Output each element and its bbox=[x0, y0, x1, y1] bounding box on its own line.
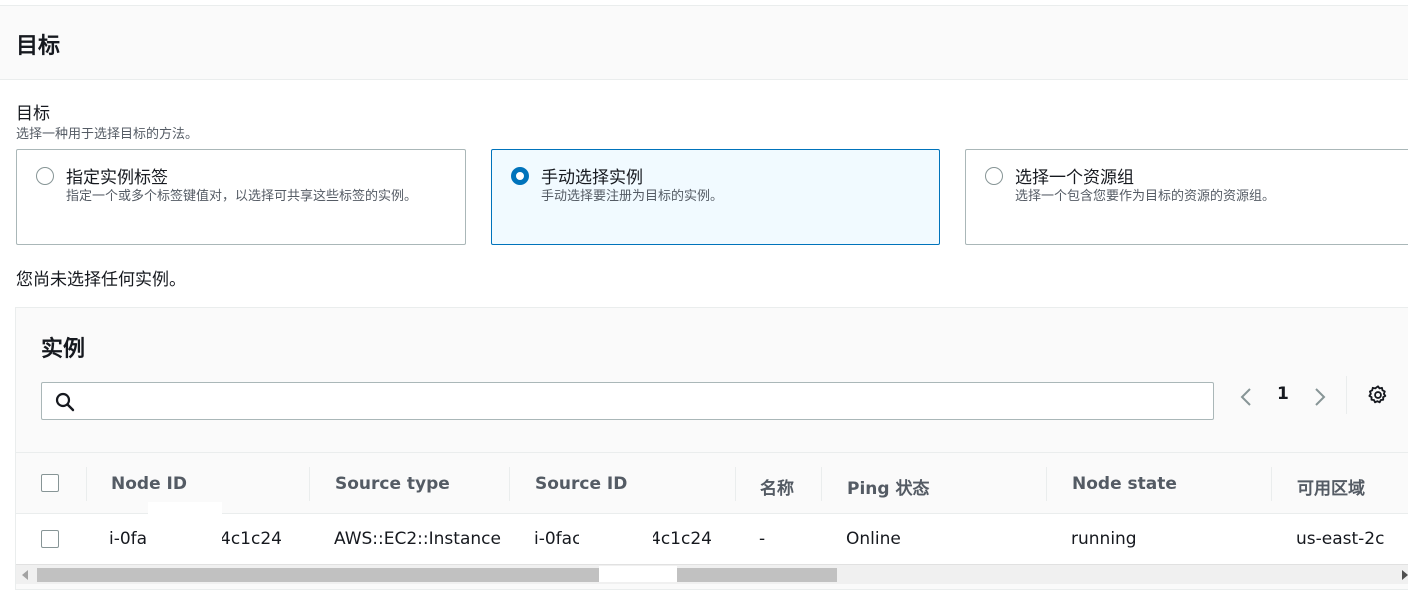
horizontal-scrollbar[interactable] bbox=[16, 564, 1408, 584]
radio-instance-tags[interactable] bbox=[36, 167, 54, 185]
tile-title: 手动选择实例 bbox=[541, 168, 643, 188]
redaction-mask bbox=[599, 566, 677, 582]
table-row[interactable]: i-0fa 4c1c24 AWS::EC2::Instance i-0fac 4… bbox=[16, 514, 1408, 564]
column-divider bbox=[821, 467, 822, 501]
search-icon bbox=[55, 392, 75, 412]
cell-ping-status: Online bbox=[846, 529, 901, 549]
column-divider bbox=[309, 467, 310, 501]
radio-resource-group[interactable] bbox=[985, 167, 1003, 185]
chevron-left-icon[interactable] bbox=[1236, 385, 1256, 409]
column-header-source-id[interactable]: Source ID bbox=[535, 474, 627, 494]
column-divider bbox=[1046, 467, 1047, 501]
cell-source-type: AWS::EC2::Instance bbox=[334, 529, 501, 549]
column-header-name[interactable]: 名称 bbox=[760, 474, 794, 499]
column-header-node-id[interactable]: Node ID bbox=[111, 474, 187, 494]
tile-description: 指定一个或多个标签键值对，以选择可共享这些标签的实例。 bbox=[66, 189, 418, 204]
gear-icon[interactable] bbox=[1367, 384, 1389, 406]
table-header: Node ID Source type Source ID 名称 Ping 状态… bbox=[16, 452, 1408, 514]
tile-resource-group[interactable]: 选择一个资源组 选择一个包含您要作为目标的资源的资源组。 bbox=[965, 149, 1408, 245]
pagination-divider bbox=[1346, 376, 1347, 414]
cell-node-id-prefix: i-0fa bbox=[109, 529, 148, 549]
cell-name: - bbox=[759, 529, 766, 549]
select-all-checkbox[interactable] bbox=[41, 474, 59, 492]
section-header: 目标 bbox=[0, 6, 1408, 80]
tile-description: 手动选择要注册为目标的实例。 bbox=[541, 189, 724, 204]
scroll-right-arrow-icon[interactable] bbox=[1402, 570, 1408, 580]
cell-source-id-prefix: i-0fac bbox=[534, 529, 582, 549]
radio-manual-select[interactable] bbox=[511, 167, 529, 185]
column-header-availability-zone[interactable]: 可用区域 bbox=[1297, 474, 1365, 499]
cell-source-id-suffix: 4c1c24 bbox=[650, 529, 712, 549]
cell-node-state: running bbox=[1071, 529, 1137, 549]
instances-panel: 实例 1 Node ID Source type Source ID 名称 Pi… bbox=[15, 307, 1408, 590]
column-header-ping-status[interactable]: Ping 状态 bbox=[847, 474, 929, 499]
row-checkbox[interactable] bbox=[41, 530, 59, 548]
cell-availability-zone: us-east-2c bbox=[1296, 529, 1385, 549]
target-field-description: 选择一种用于选择目标的方法。 bbox=[16, 127, 199, 142]
column-divider bbox=[86, 467, 87, 501]
target-field-label: 目标 bbox=[16, 104, 50, 124]
tile-manual-select[interactable]: 手动选择实例 手动选择要注册为目标的实例。 bbox=[491, 149, 940, 245]
redaction-mask bbox=[148, 502, 222, 562]
search-input[interactable] bbox=[41, 382, 1214, 420]
column-divider bbox=[735, 467, 736, 501]
page-number-1[interactable]: 1 bbox=[1277, 384, 1289, 404]
tile-title: 指定实例标签 bbox=[66, 168, 168, 188]
instances-title: 实例 bbox=[41, 337, 86, 362]
column-divider bbox=[509, 467, 510, 501]
column-divider bbox=[1271, 467, 1272, 501]
section-title: 目标 bbox=[16, 34, 61, 59]
scroll-left-arrow-icon[interactable] bbox=[22, 570, 28, 580]
column-header-source-type[interactable]: Source type bbox=[335, 474, 450, 494]
chevron-right-icon[interactable] bbox=[1310, 385, 1330, 409]
tile-description: 选择一个包含您要作为目标的资源的资源组。 bbox=[1015, 189, 1276, 204]
column-header-node-state[interactable]: Node state bbox=[1072, 474, 1177, 494]
redaction-mask bbox=[579, 518, 653, 564]
tile-title: 选择一个资源组 bbox=[1015, 168, 1134, 188]
cell-node-id-suffix: 4c1c24 bbox=[220, 529, 282, 549]
no-selection-message: 您尚未选择任何实例。 bbox=[16, 270, 186, 290]
scrollbar-thumb[interactable] bbox=[37, 566, 837, 582]
tile-instance-tags[interactable]: 指定实例标签 指定一个或多个标签键值对，以选择可共享这些标签的实例。 bbox=[16, 149, 466, 245]
